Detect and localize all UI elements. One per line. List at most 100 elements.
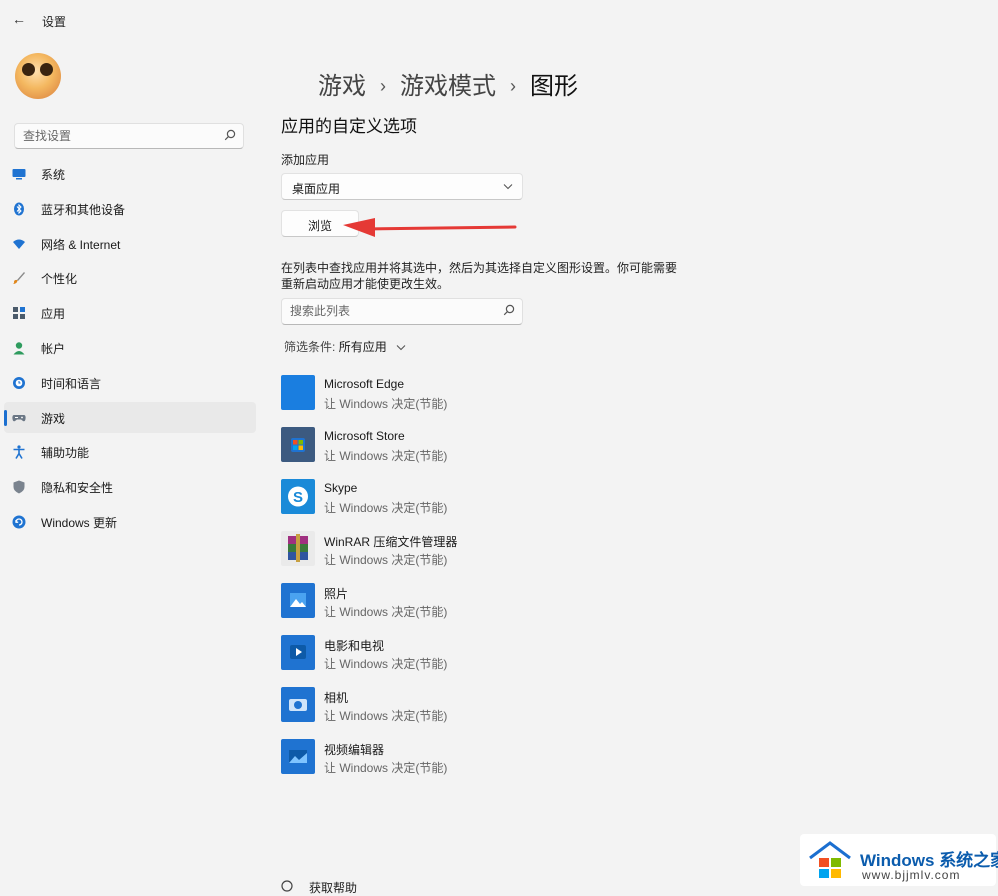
- get-help-label: 获取帮助: [309, 881, 358, 895]
- sidebar-item-accounts[interactable]: 帐户: [4, 332, 256, 363]
- list-item[interactable]: 视频编辑器 让 Windows 决定(节能): [281, 738, 781, 790]
- app-list: Microsoft Edge 让 Windows 决定(节能) Microsof…: [281, 374, 781, 790]
- sidebar-item-privacy[interactable]: 隐私和安全性: [4, 471, 256, 502]
- description-text: 在列表中查找应用并将其选中，然后为其选择自定义图形设置。你可能需要重新启动应用才…: [281, 261, 678, 291]
- settings-search-input[interactable]: [23, 128, 213, 144]
- list-item[interactable]: S Skype 让 Windows 决定(节能): [281, 478, 781, 530]
- settings-search-box[interactable]: [14, 123, 244, 149]
- sidebar-item-label: 隐私和安全性: [41, 481, 114, 496]
- accessibility-icon: [13, 445, 25, 460]
- apps-icon: [13, 307, 25, 320]
- person-icon: [13, 342, 25, 355]
- sidebar-item-windows-update[interactable]: Windows 更新: [4, 506, 256, 537]
- sidebar-item-time-language[interactable]: 时间和语言: [4, 367, 256, 398]
- globe-clock-icon: [13, 376, 25, 389]
- windows-house-logo: [809, 841, 851, 878]
- watermark: Windows 系统之家 www.bjjmlv.com: [800, 834, 998, 886]
- breadcrumb-separator: ›: [510, 76, 516, 96]
- list-item[interactable]: 照片 让 Windows 决定(节能): [281, 582, 781, 634]
- app-name: 电影和电视: [324, 639, 385, 653]
- shield-icon: [13, 480, 25, 494]
- app-name: Skype: [324, 481, 358, 495]
- filter-dropdown[interactable]: 筛选条件: 所有应用: [284, 338, 406, 355]
- app-status: 让 Windows 决定(节能): [324, 657, 448, 671]
- sidebar-item-label: 网络 & Internet: [41, 237, 121, 252]
- sidebar-item-label: Windows 更新: [41, 515, 118, 530]
- sidebar-nav: 系统 蓝牙和其他设备 网络 & Internet 个性化 应用 帐户 时间和语言…: [4, 158, 256, 541]
- edge-icon: [281, 375, 315, 410]
- sidebar-item-accessibility[interactable]: 辅助功能: [4, 436, 256, 467]
- sidebar-item-label: 系统: [41, 168, 66, 182]
- video-editor-icon: [281, 739, 315, 774]
- breadcrumb-game-mode[interactable]: 游戏模式: [400, 73, 496, 100]
- sidebar-item-label: 游戏: [41, 411, 66, 426]
- store-icon: [281, 427, 315, 462]
- list-item[interactable]: Microsoft Edge 让 Windows 决定(节能): [281, 374, 781, 426]
- search-icon[interactable]: [503, 304, 515, 316]
- sidebar-item-system[interactable]: 系统: [4, 158, 256, 189]
- add-app-label: 添加应用: [281, 153, 330, 167]
- list-item[interactable]: Microsoft Store 让 Windows 决定(节能): [281, 426, 781, 478]
- breadcrumb: 游戏 › 游戏模式 › 图形: [318, 66, 578, 101]
- title-bar: ← 设置: [0, 0, 998, 40]
- section-title: 应用的自定义选项: [281, 117, 417, 136]
- app-status: 让 Windows 决定(节能): [324, 761, 448, 775]
- sidebar-item-apps[interactable]: 应用: [4, 297, 256, 328]
- brush-icon: [13, 272, 25, 285]
- svg-text:S: S: [293, 489, 303, 506]
- chevron-down-icon: [396, 345, 406, 351]
- sidebar-item-personalization[interactable]: 个性化: [4, 262, 256, 293]
- wifi-icon: [13, 239, 25, 249]
- list-search-input[interactable]: [290, 303, 480, 319]
- app-type-dropdown[interactable]: 桌面应用: [281, 173, 523, 200]
- annotation-arrow: [343, 218, 517, 237]
- bluetooth-icon: [14, 202, 24, 216]
- filter-value: 所有应用: [338, 340, 387, 354]
- sidebar-item-label: 蓝牙和其他设备: [41, 202, 126, 217]
- filter-label: 筛选条件:: [284, 340, 336, 354]
- app-status: 让 Windows 决定(节能): [324, 605, 448, 619]
- app-status: 让 Windows 决定(节能): [324, 709, 448, 723]
- app-name: 照片: [324, 587, 349, 601]
- watermark-url: www.bjjmlv.com: [862, 868, 961, 882]
- breadcrumb-gaming[interactable]: 游戏: [318, 73, 366, 100]
- movies-tv-icon: [281, 635, 315, 670]
- back-button[interactable]: ←: [12, 11, 26, 27]
- monitor-icon: [12, 169, 26, 180]
- app-name: WinRAR 压缩文件管理器: [324, 535, 458, 549]
- search-icon[interactable]: [224, 129, 236, 141]
- sidebar-item-label: 帐户: [41, 341, 66, 356]
- skype-icon: S: [281, 479, 315, 514]
- app-name: 相机: [324, 691, 349, 705]
- sidebar-item-label: 辅助功能: [41, 446, 90, 461]
- app-status: 让 Windows 决定(节能): [324, 397, 448, 411]
- app-status: 让 Windows 决定(节能): [324, 449, 448, 463]
- list-item[interactable]: WinRAR 压缩文件管理器 让 Windows 决定(节能): [281, 530, 781, 582]
- sidebar-item-network[interactable]: 网络 & Internet: [4, 228, 256, 259]
- sidebar-item-gaming[interactable]: 游戏: [4, 401, 256, 433]
- photos-icon: [281, 583, 315, 618]
- winrar-icon: [281, 531, 315, 566]
- gamepad-icon: [12, 414, 26, 421]
- list-search-box[interactable]: [281, 298, 523, 325]
- help-icon: [281, 880, 293, 892]
- sidebar-item-bluetooth[interactable]: 蓝牙和其他设备: [4, 193, 256, 224]
- app-name: Microsoft Store: [324, 429, 405, 443]
- app-name: 视频编辑器: [324, 743, 385, 757]
- user-avatar[interactable]: [15, 53, 61, 99]
- breadcrumb-graphics: 图形: [530, 73, 578, 100]
- app-title: 设置: [42, 15, 67, 29]
- sidebar-item-label: 应用: [41, 307, 66, 322]
- app-status: 让 Windows 决定(节能): [324, 553, 448, 567]
- sidebar-item-label: 个性化: [41, 272, 78, 287]
- update-icon: [12, 515, 26, 529]
- dropdown-value: 桌面应用: [292, 182, 341, 196]
- app-status: 让 Windows 决定(节能): [324, 501, 448, 515]
- list-item[interactable]: 相机 让 Windows 决定(节能): [281, 686, 781, 738]
- list-item[interactable]: 电影和电视 让 Windows 决定(节能): [281, 634, 781, 686]
- chevron-down-icon: [503, 184, 513, 190]
- app-name: Microsoft Edge: [324, 377, 405, 391]
- breadcrumb-separator: ›: [380, 76, 386, 96]
- camera-icon: [281, 687, 315, 722]
- sidebar-item-label: 时间和语言: [41, 376, 102, 391]
